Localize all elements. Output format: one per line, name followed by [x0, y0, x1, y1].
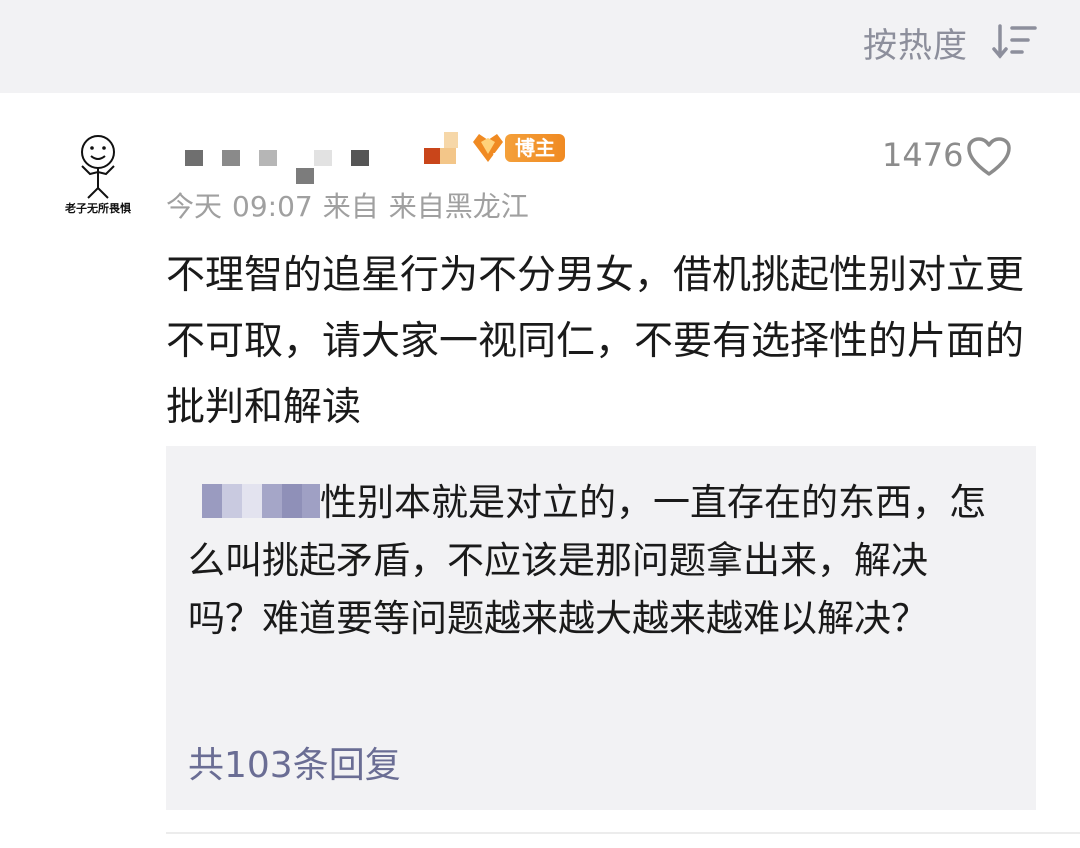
user-avatar[interactable]: 老子无所畏惧	[48, 122, 148, 222]
comment-time: 09:07	[232, 190, 313, 223]
reply-preview[interactable]: 性别本就是对立的，一直存在的东西，怎么叫挑起矛盾，不应该是那问题拿出来，解决吗？…	[166, 446, 1036, 810]
comment-meta: 今天 09:07 来自 来自黑龙江	[166, 185, 539, 225]
divider	[166, 832, 1080, 834]
view-all-replies-link[interactable]: 共103条回复	[188, 736, 401, 788]
heart-icon[interactable]	[966, 136, 1012, 178]
like-count: 1476	[882, 136, 964, 174]
top-bar: 按热度	[0, 0, 1080, 93]
source-prefix: 来自	[322, 190, 379, 223]
pixelated-badge-icon	[424, 132, 458, 164]
sort-descending-icon[interactable]	[992, 22, 1038, 62]
comment-date: 今天	[166, 190, 223, 223]
vip-level: 5	[492, 152, 501, 166]
comment-location: 来自黑龙江	[388, 190, 529, 223]
blogger-badge: 博主	[505, 134, 565, 162]
reply-body: 性别本就是对立的，一直存在的东西，怎么叫挑起矛盾，不应该是那问题拿出来，解决吗？…	[188, 481, 986, 640]
vip-crown-icon: 5	[473, 134, 503, 166]
username-pixelated[interactable]	[185, 128, 375, 188]
sort-by-hot-button[interactable]: 按热度	[863, 18, 968, 67]
smiley-face-icon	[81, 135, 115, 199]
avatar-caption: 老子无所畏惧	[65, 202, 131, 215]
comment-body: 不理智的追星行为不分男女，借机挑起性别对立更不可取，请大家一视同仁，不要有选择性…	[166, 253, 1025, 430]
